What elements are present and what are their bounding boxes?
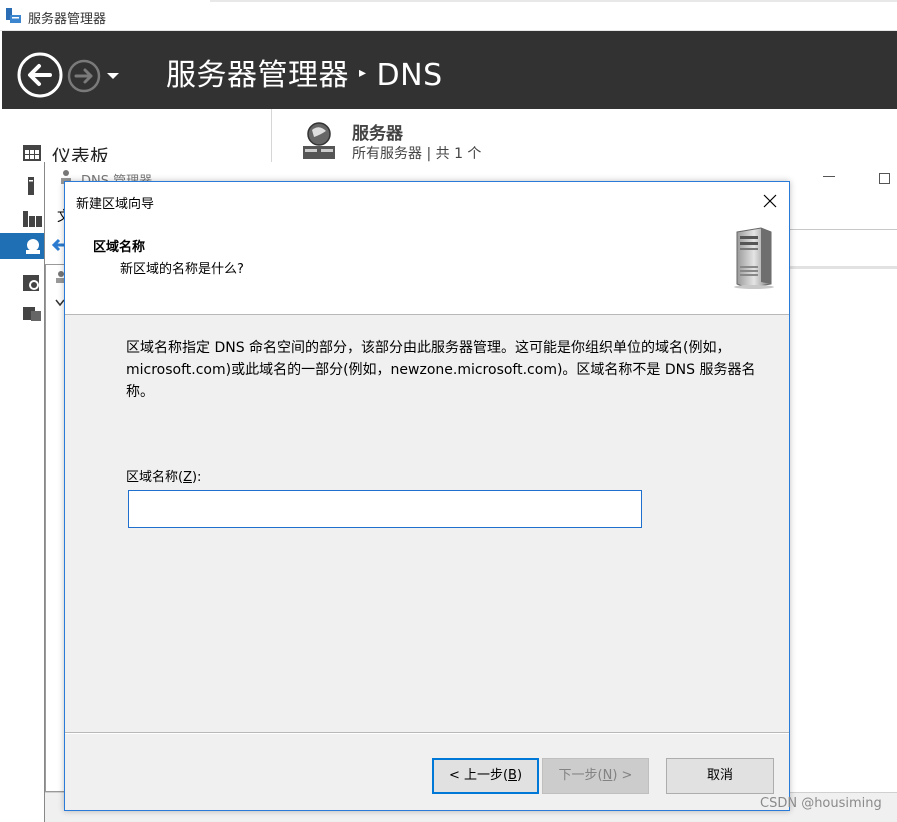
breadcrumb-root[interactable]: 服务器管理器	[166, 58, 349, 93]
next-button[interactable]: 下一步(N) >	[542, 758, 649, 794]
breadcrumb: 服务器管理器 ▸ DNS	[166, 50, 443, 94]
cancel-button[interactable]: 取消	[666, 758, 774, 794]
zone-name-hotkey: Z	[183, 470, 192, 485]
close-icon[interactable]	[755, 188, 785, 214]
wizard-title: 新建区域向导	[76, 197, 155, 212]
watermark: CSDN @housiming	[760, 796, 882, 811]
wizard-titlebar: 新建区域向导	[65, 182, 789, 218]
server-tower-icon	[734, 227, 774, 289]
dns-role-icon	[26, 239, 40, 254]
back-arrow-icon[interactable]	[16, 51, 64, 99]
file-services-icon	[23, 275, 39, 291]
wizard-page-heading: 区域名称	[93, 240, 146, 255]
back-button[interactable]: < 上一步(B)	[432, 758, 539, 794]
zone-name-input[interactable]	[128, 490, 642, 528]
local-server-icon	[28, 177, 34, 195]
window-title: 服务器管理器	[28, 12, 107, 27]
dropdown-icon[interactable]	[106, 71, 120, 81]
wizard-header: 区域名称 新区域的名称是什么?	[65, 218, 789, 315]
zone-name-description: 区域名称指定 DNS 命名空间的部分，该部分由此服务器管理。这可能是你组织单位的…	[126, 340, 756, 400]
server-manager-titlebar: 服务器管理器	[0, 0, 897, 31]
all-servers-icon	[23, 211, 42, 227]
dns-details-pane	[789, 226, 897, 822]
maximize-button[interactable]	[879, 173, 890, 184]
minimize-button[interactable]	[823, 176, 835, 177]
servers-heading: 服务器	[352, 124, 403, 144]
dashboard-icon	[23, 145, 41, 161]
breadcrumb-separator: ▸	[359, 64, 367, 81]
zone-name-label: 区域名称(Z):	[126, 470, 202, 485]
new-zone-wizard-dialog: 新建区域向导 区域名称 新区域的名称是什么? 区域名称指定 DNS 命名空间的部…	[64, 181, 790, 811]
wizard-page-subheading: 新区域的名称是什么?	[120, 262, 244, 277]
forward-arrow-icon[interactable]	[66, 58, 102, 94]
server-manager-app-icon	[6, 8, 21, 23]
server-manager-header: 服务器管理器 ▸ DNS	[2, 31, 897, 109]
servers-globe-icon	[303, 122, 335, 159]
servers-subheading: 所有服务器 | 共 1 个	[352, 146, 482, 162]
iis-icon	[23, 307, 41, 321]
breadcrumb-current: DNS	[376, 58, 443, 93]
